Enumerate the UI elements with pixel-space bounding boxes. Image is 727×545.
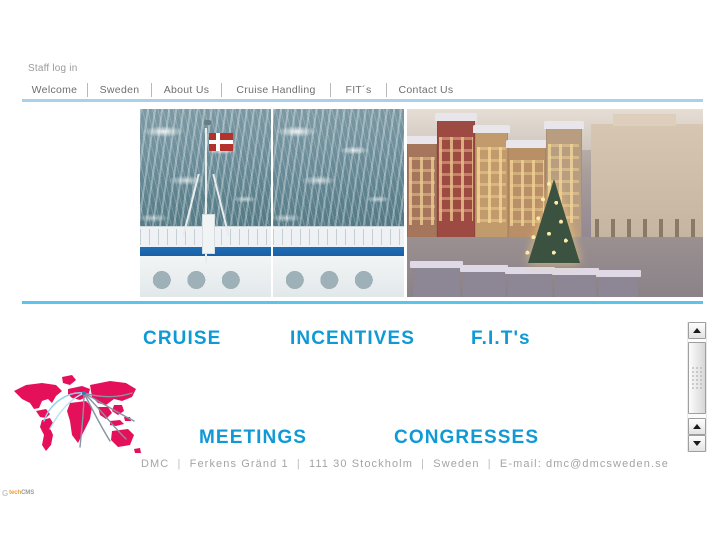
vertical-scrollbar[interactable] xyxy=(687,322,707,452)
pediment xyxy=(613,114,676,127)
scrollbar-grip-icon xyxy=(692,367,702,389)
map-origin-marker xyxy=(82,391,86,395)
nav-item-welcome[interactable]: Welcome xyxy=(32,83,78,97)
market-stall xyxy=(409,260,464,297)
cms-badge-link[interactable]: G tech CMS xyxy=(2,489,34,498)
service-link-cruise[interactable]: CRUISE xyxy=(143,328,221,350)
staff-login-link[interactable]: Staff log in xyxy=(28,63,77,74)
scroll-up-button-secondary[interactable] xyxy=(688,418,706,435)
town-building xyxy=(434,113,478,241)
market-stall xyxy=(596,270,641,297)
scroll-up-button[interactable] xyxy=(688,322,706,339)
nav-cell-sweden: Sweden xyxy=(88,83,151,97)
footer-street: Ferkens Gränd 1 xyxy=(189,458,289,470)
nav-item-cruise-handling[interactable]: Cruise Handling xyxy=(236,83,315,97)
market-stall xyxy=(460,264,508,297)
market-stall xyxy=(504,266,556,297)
footer-postal-city: 111 30 Stockholm xyxy=(308,458,413,470)
christmas-tree-lights xyxy=(519,177,580,264)
footer-email[interactable]: E-mail: dmc@dmcsweden.se xyxy=(500,458,669,470)
town-building xyxy=(473,124,510,241)
service-link-congresses[interactable]: CONGRESSES xyxy=(394,427,539,449)
town-building xyxy=(407,135,439,241)
service-link-meetings[interactable]: MEETINGS xyxy=(199,427,307,449)
danish-flag-icon xyxy=(209,133,234,152)
deck-blue-stripe xyxy=(273,246,404,257)
sea-foam xyxy=(273,109,404,226)
footer-separator: | xyxy=(487,458,492,470)
chevron-up-icon xyxy=(693,424,701,429)
old-town-scene xyxy=(407,109,703,297)
nav-cell-about-us: About Us xyxy=(152,83,221,97)
nav-cell-contact-us: Contact Us xyxy=(387,83,465,97)
nav-cell-fits: FIT´s xyxy=(331,83,386,97)
nav-item-about-us[interactable]: About Us xyxy=(164,83,210,97)
nav-item-contact-us[interactable]: Contact Us xyxy=(399,83,454,97)
chevron-up-icon xyxy=(693,328,701,333)
cms-badge-cms: CMS xyxy=(21,490,35,496)
service-link-incentives[interactable]: INCENTIVES xyxy=(290,328,415,350)
hero-image-ship-right xyxy=(273,109,404,297)
nav-underline-rule xyxy=(22,99,703,102)
nav-item-fits[interactable]: FIT´s xyxy=(346,83,372,97)
footer-contact-line: DMC | Ferkens Gränd 1 | 111 30 Stockholm… xyxy=(141,458,669,470)
hero-image-ship-left xyxy=(140,109,271,297)
footer-country: Sweden xyxy=(433,458,480,470)
deck-vent xyxy=(201,214,215,254)
mast-lamp xyxy=(204,120,212,126)
deck-railing xyxy=(273,225,404,249)
service-link-fits[interactable]: F.I.T's xyxy=(471,328,531,350)
nav-cell-cruise-handling: Cruise Handling xyxy=(222,83,330,97)
footer-separator: | xyxy=(177,458,182,470)
page-root: Staff log in Welcome Sweden About Us Cru… xyxy=(0,0,727,545)
nav-cell-welcome: Welcome xyxy=(22,83,87,97)
ship-hull xyxy=(273,256,404,297)
hero-image-band xyxy=(140,109,703,297)
chevron-down-icon xyxy=(693,441,701,446)
footer-company: DMC xyxy=(141,458,170,470)
nav-item-sweden[interactable]: Sweden xyxy=(100,83,140,97)
scrollbar-thumb[interactable] xyxy=(688,342,706,414)
ship-deck xyxy=(273,225,404,297)
footer-separator: | xyxy=(296,458,301,470)
market-stall xyxy=(552,268,600,297)
footer-separator: | xyxy=(421,458,426,470)
cms-logo-icon: G xyxy=(2,489,9,498)
scroll-down-button[interactable] xyxy=(688,435,706,452)
cms-badge-tech: tech xyxy=(9,490,22,496)
world-map-graphic xyxy=(6,365,144,457)
hero-image-old-town xyxy=(407,109,703,297)
